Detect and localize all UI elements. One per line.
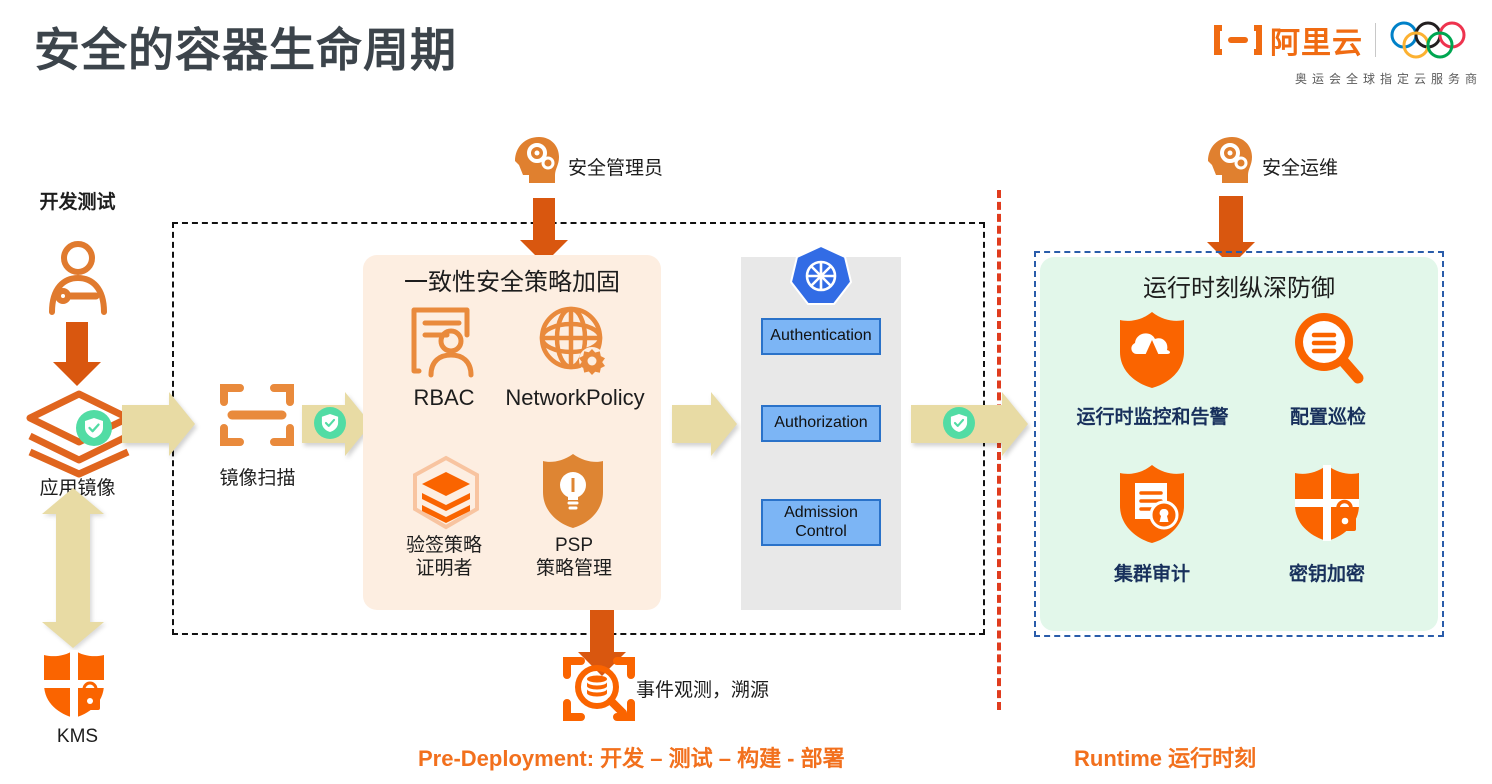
shield-cloud-icon — [1117, 310, 1187, 390]
developer-icon — [44, 240, 112, 316]
alibaba-cloud-logo: 阿里云 — [1212, 18, 1363, 62]
security-admin-head-icon — [513, 135, 561, 185]
runtime-panel-title: 运行时刻纵深防御 — [1143, 275, 1335, 302]
shield-lock-icon — [1290, 463, 1364, 543]
runtime-item-label: 集群审计 — [1113, 564, 1190, 585]
arrow-policy-to-k8s — [672, 392, 737, 456]
magnifier-list-icon — [1292, 310, 1364, 386]
footer-pre-deployment-label: Pre-Deployment: 开发 – 测试 – 构建 - 部署 — [418, 746, 845, 771]
shield-audit-icon — [1117, 463, 1187, 545]
page-title: 安全的容器生命周期 — [34, 24, 457, 76]
k8s-stage-authorization[interactable]: Authorization — [761, 405, 881, 442]
rbac-document-person-icon — [409, 305, 479, 379]
k8s-stage-authentication[interactable]: Authentication — [761, 318, 881, 355]
policy-item-label: PSP 策略管理 — [535, 535, 612, 579]
image-scan-icon — [218, 378, 296, 452]
signed-layers-icon — [410, 455, 482, 531]
policy-item-label: 验签策略 证明者 — [405, 535, 482, 579]
security-ops-arrow — [1219, 196, 1243, 244]
event-observation-icon — [561, 653, 637, 725]
runtime-item-label: 配置巡检 — [1289, 407, 1366, 428]
observability-arrow — [590, 610, 614, 654]
dev-test-label: 开发测试 — [39, 192, 116, 213]
brand-logo: 阿里云 — [1212, 18, 1484, 62]
image-verified-badge — [76, 410, 112, 446]
brand-subtitle: 奥运会全球指定云服务商 — [1294, 72, 1482, 86]
image-kms-bidirectional-arrow — [42, 488, 104, 648]
policy-panel-title: 一致性安全策略加固 — [404, 269, 620, 296]
policy-item-label: NetworkPolicy — [505, 385, 645, 410]
footer-runtime-label: Runtime 运行时刻 — [1074, 746, 1257, 771]
dev-to-image-arrow — [66, 322, 88, 364]
runtime-item-label: 密钥加密 — [1288, 564, 1365, 585]
security-admin-label: 安全管理员 — [568, 158, 664, 179]
kms-shield-lock-icon — [40, 648, 108, 720]
alibaba-cloud-mark-icon — [1214, 25, 1262, 55]
olympic-rings-icon — [1390, 21, 1466, 59]
phase-divider — [997, 190, 1001, 710]
event-observation-label: 事件观测，溯源 — [636, 680, 770, 701]
security-admin-arrow — [533, 198, 555, 242]
security-ops-label: 安全运维 — [1262, 158, 1339, 179]
security-ops-head-icon — [1206, 135, 1254, 185]
shield-bulb-icon — [540, 452, 606, 530]
network-globe-gear-icon — [538, 305, 610, 379]
shield-check-icon — [321, 414, 339, 432]
shield-check-icon — [950, 414, 968, 432]
k8s-stage-admission-control[interactable]: Admission Control — [761, 499, 881, 546]
brand-divider — [1375, 23, 1376, 57]
kubernetes-icon — [790, 244, 852, 308]
arrow-image-to-scan — [122, 392, 195, 456]
image-scan-label: 镜像扫描 — [219, 468, 296, 489]
runtime-item-label: 运行时监控和告警 — [1076, 407, 1229, 428]
shield-check-icon — [85, 418, 103, 438]
kms-label: KMS — [56, 726, 99, 747]
brand-name: 阿里云 — [1270, 27, 1363, 60]
runtime-verified-badge — [943, 407, 975, 439]
policy-item-label: RBAC — [413, 385, 475, 410]
scan-verified-badge — [314, 407, 346, 439]
